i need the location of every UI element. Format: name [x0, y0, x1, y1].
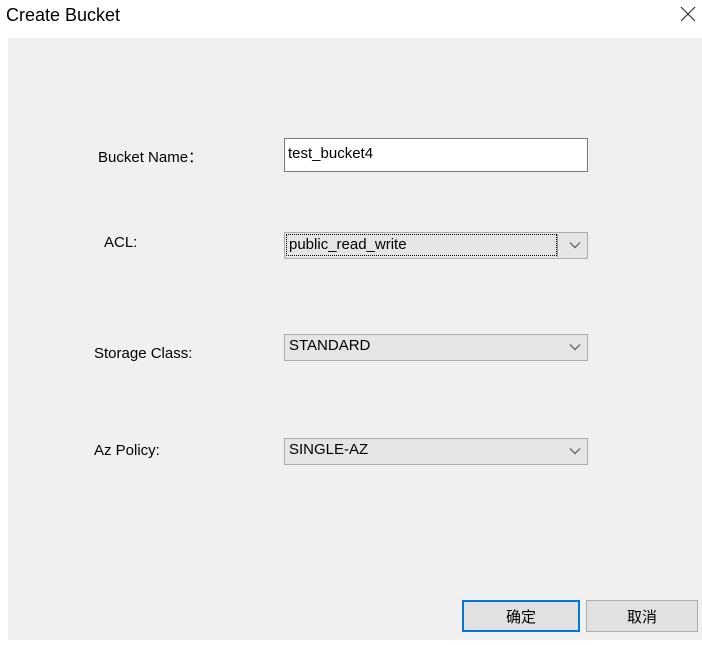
bucket-name-input[interactable]: test_bucket4: [284, 138, 588, 172]
chevron-down-icon: [569, 448, 581, 455]
storage-class-select[interactable]: STANDARD: [284, 334, 588, 361]
combo-separator: [557, 234, 558, 257]
create-bucket-dialog: Create Bucket Bucket Name： test_bucket4 …: [0, 0, 702, 645]
close-icon: [680, 6, 696, 22]
ok-button[interactable]: 确定: [462, 600, 580, 632]
close-button[interactable]: [675, 1, 701, 27]
az-policy-select[interactable]: SINGLE-AZ: [284, 438, 588, 465]
dialog-title: Create Bucket: [6, 5, 121, 25]
bucket-name-label: Bucket Name：: [98, 149, 204, 166]
storage-class-select-value: STANDARD: [289, 337, 371, 354]
acl-select-value: public_read_write: [286, 234, 557, 256]
chevron-down-icon: [569, 242, 581, 249]
az-policy-select-value: SINGLE-AZ: [289, 441, 369, 458]
acl-select[interactable]: public_read_write: [284, 232, 588, 259]
chevron-down-icon: [569, 344, 581, 351]
acl-label: ACL:: [104, 234, 138, 251]
az-policy-label: Az Policy:: [94, 442, 160, 459]
storage-class-label: Storage Class:: [94, 345, 193, 362]
cancel-button[interactable]: 取消: [586, 600, 698, 632]
